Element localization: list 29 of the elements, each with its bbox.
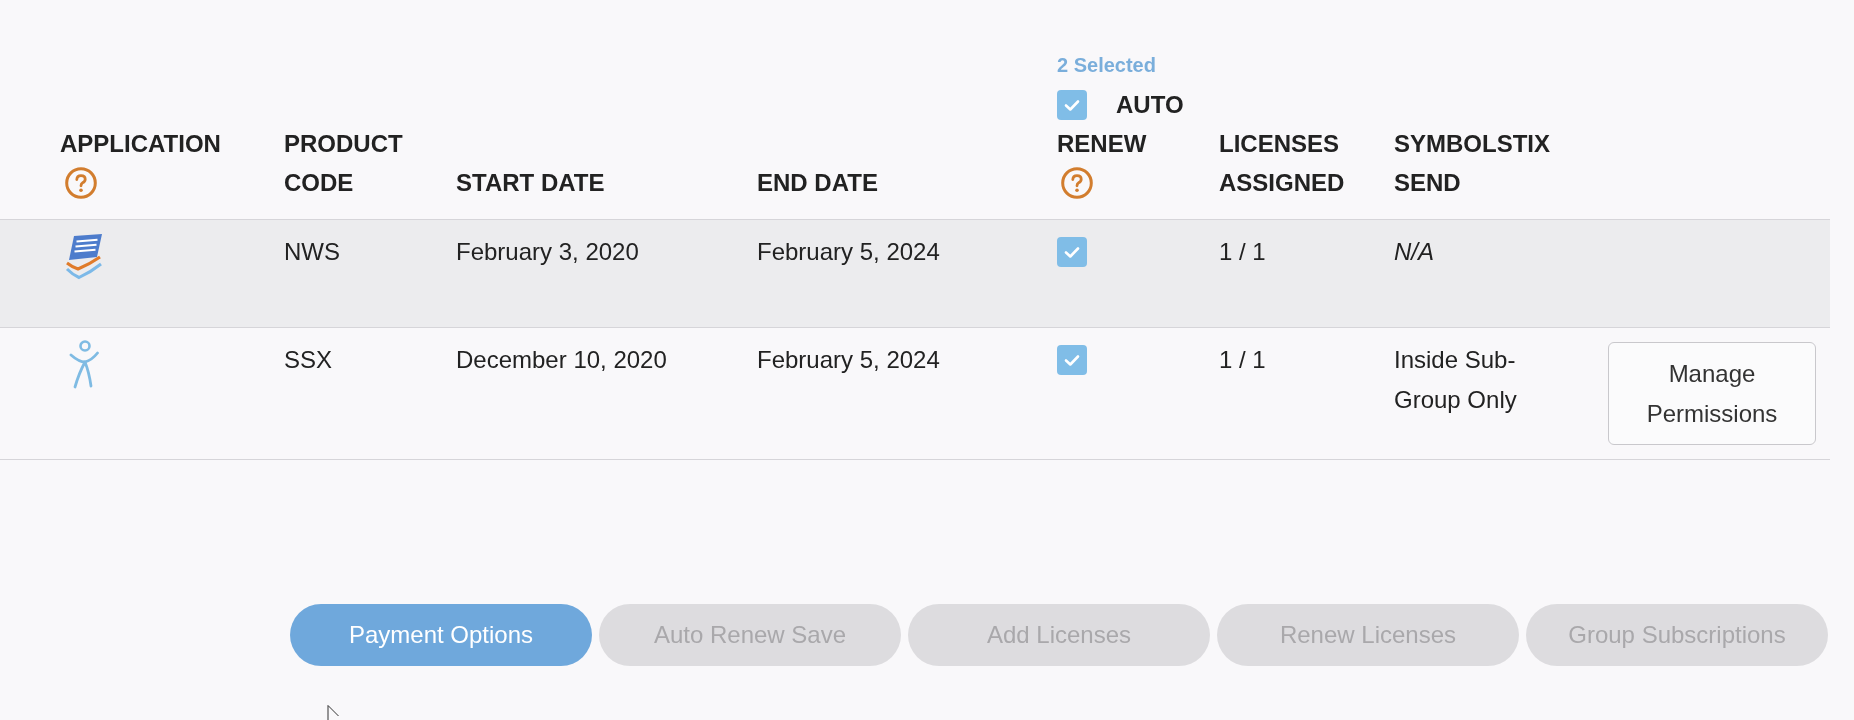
select-all-checkbox[interactable] xyxy=(1057,89,1087,120)
table-cell-text: N/A xyxy=(1394,237,1434,267)
column-header: PRODUCT CODE xyxy=(284,130,403,196)
column-header: END DATE xyxy=(757,169,878,196)
mouse-pointer-icon xyxy=(327,705,339,720)
action-button[interactable]: Payment Options xyxy=(290,604,592,666)
table-cell-text: Inside Sub-Group Only xyxy=(1394,345,1518,415)
auto-renew-checkbox[interactable] xyxy=(1057,237,1087,267)
table-cell: 1 / 1 xyxy=(1219,238,1266,265)
column-header: SYMBOLSTIX SEND xyxy=(1394,130,1550,196)
table-cell: December 10, 2020 xyxy=(456,346,667,373)
column-header: RENEW xyxy=(1057,130,1147,157)
table-cell: February 3, 2020 xyxy=(456,238,639,265)
table-cell: NWS xyxy=(284,238,340,265)
auto-renew-checkbox[interactable] xyxy=(1057,345,1087,375)
manage-permissions-button[interactable]: Manage Permissions xyxy=(1608,342,1816,445)
column-header: START DATE xyxy=(456,169,605,196)
help-icon[interactable] xyxy=(1061,166,1093,199)
column-header: LICENSES ASSIGNED xyxy=(1219,130,1345,196)
table-cell: 1 / 1 xyxy=(1219,346,1266,373)
table-cell: February 5, 2024 xyxy=(757,346,940,373)
column-header: AUTO xyxy=(1116,90,1184,120)
help-icon[interactable] xyxy=(65,166,97,199)
selected-count: 2 Selected xyxy=(1057,54,1156,76)
table-cell: SSX xyxy=(284,346,333,373)
paper-stack-icon xyxy=(64,234,104,280)
table-cell: February 5, 2024 xyxy=(757,238,940,265)
column-header: APPLICATION xyxy=(60,130,221,157)
stick-figure-icon xyxy=(69,340,99,389)
